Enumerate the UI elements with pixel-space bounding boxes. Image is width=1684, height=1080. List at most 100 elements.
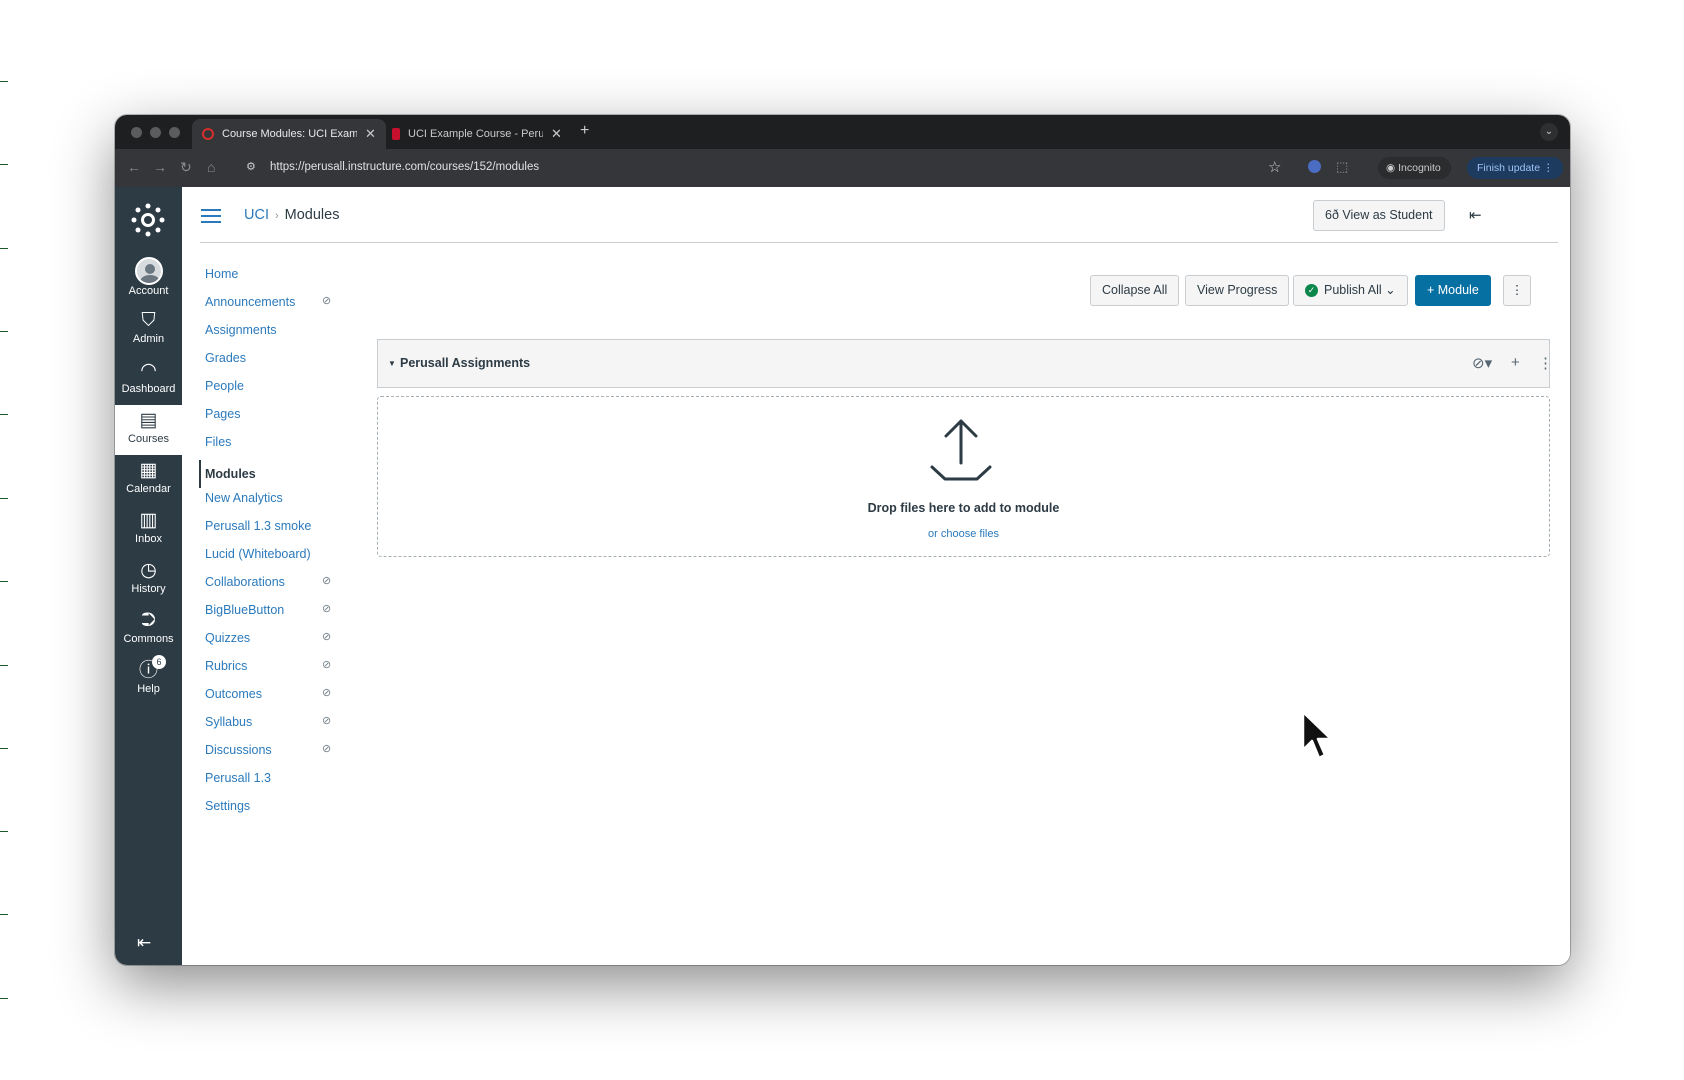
global-nav-label: History (131, 583, 166, 595)
hidden-eye-icon: ⊘ (322, 743, 332, 755)
bookmark-star-icon[interactable]: ☆ (1268, 158, 1281, 176)
calendar-icon: ▦ (139, 460, 158, 481)
global-nav-calendar[interactable]: ▦ Calendar (115, 455, 182, 505)
breadcrumb-course-link[interactable]: UCI (244, 207, 269, 223)
canvas-logo-icon[interactable] (131, 203, 165, 237)
site-settings-icon[interactable]: ⚙ (246, 160, 256, 173)
hidden-eye-icon: ⊘ (322, 659, 332, 671)
inbox-icon: ▥ (139, 510, 158, 531)
global-nav-label: Inbox (135, 533, 162, 545)
chevron-down-icon: ⌄ (1381, 283, 1396, 297)
edge-tick (0, 581, 8, 582)
forward-arrow-icon[interactable]: → (153, 159, 167, 175)
zoom-window-button[interactable] (169, 127, 180, 138)
close-tab-icon[interactable]: ✕ (551, 126, 562, 142)
chevron-down-icon[interactable]: ⌄ (1540, 123, 1558, 141)
course-nav-rubrics[interactable]: Rubrics (205, 659, 247, 681)
publish-all-button[interactable]: ✓ Publish All ⌄ (1293, 275, 1408, 306)
hidden-eye-icon: ⊘ (322, 603, 332, 615)
reload-icon[interactable]: ↻ (180, 159, 192, 176)
global-nav-courses[interactable]: ▤ Courses (115, 405, 182, 455)
choose-files-link[interactable]: or choose files (378, 528, 1549, 540)
global-nav-help[interactable]: ⓘ 6 Help (115, 655, 182, 705)
finish-update-button[interactable]: Finish update ⋮ (1467, 157, 1564, 179)
edge-tick (0, 164, 8, 165)
minimize-window-button[interactable] (150, 127, 161, 138)
hamburger-menu-icon[interactable] (201, 209, 221, 223)
breadcrumb: UCI › Modules (244, 207, 339, 223)
help-badge: 6 (152, 655, 166, 669)
view-progress-button[interactable]: View Progress (1185, 275, 1290, 306)
global-nav-account[interactable]: Account (115, 255, 182, 305)
screen: Course Modules: UCI Example Course ✕ UCI… (0, 0, 1684, 1080)
global-nav-label: Account (128, 285, 169, 297)
course-nav-home[interactable]: Home (205, 267, 238, 289)
edge-tick (0, 498, 8, 499)
collapse-all-button[interactable]: Collapse All (1090, 275, 1180, 306)
global-nav-label: Admin (132, 333, 165, 345)
global-nav-inbox[interactable]: ▥ Inbox (115, 505, 182, 555)
course-nav-files[interactable]: Files (205, 435, 231, 457)
back-arrow-icon[interactable]: ← (127, 159, 141, 175)
published-check-icon: ✓ (1305, 284, 1318, 298)
add-item-plus-icon[interactable]: + (1511, 354, 1520, 371)
course-nav-outcomes[interactable]: Outcomes (205, 687, 262, 709)
browser-window: Course Modules: UCI Example Course ✕ UCI… (115, 115, 1570, 965)
plus-icon[interactable]: + (580, 122, 589, 140)
collapse-caret-icon[interactable]: ▼ (388, 359, 396, 368)
course-nav-perusall-smoke[interactable]: Perusall 1.3 smoke (205, 519, 311, 541)
course-nav-lucid[interactable]: Lucid (Whiteboard) (205, 547, 311, 569)
close-tab-icon[interactable]: ✕ (365, 126, 376, 142)
course-nav-grades[interactable]: Grades (205, 351, 246, 373)
incognito-icon: ◉ (1386, 162, 1399, 174)
course-nav-people[interactable]: People (205, 379, 244, 401)
puzzle-icon[interactable]: ⬚ (1336, 159, 1348, 175)
edge-tick (0, 748, 8, 749)
course-nav-syllabus[interactable]: Syllabus (205, 715, 252, 737)
browser-tab[interactable]: UCI Example Course - Perusall ✕ (382, 119, 572, 149)
add-module-button[interactable]: + Module (1415, 275, 1491, 306)
collapse-nav-icon[interactable]: ⇤ (137, 933, 151, 953)
unpublished-icon[interactable]: ⊘▾ (1472, 354, 1492, 372)
global-nav-label: Help (137, 683, 160, 695)
course-nav-quizzes[interactable]: Quizzes (205, 631, 250, 653)
view-as-student-button[interactable]: 6ð View as Student (1313, 200, 1445, 231)
global-nav-label: Commons (123, 633, 174, 645)
breadcrumb-current: Modules (284, 207, 340, 223)
module-header[interactable]: ▼ Perusall Assignments ⊘▾ + ⋮ (377, 339, 1553, 388)
extension-icon[interactable] (1308, 160, 1321, 173)
book-icon: ▤ (139, 410, 158, 431)
close-window-button[interactable] (131, 127, 142, 138)
edge-tick (0, 414, 8, 415)
home-icon[interactable]: ⌂ (207, 159, 215, 175)
global-nav-admin[interactable]: ⛉ Admin (115, 305, 182, 355)
hidden-eye-icon: ⊘ (322, 715, 332, 727)
course-nav-modules[interactable]: Modules (199, 460, 256, 488)
browser-tab-active[interactable]: Course Modules: UCI Example Course ✕ (192, 119, 386, 149)
course-nav-discussions[interactable]: Discussions (205, 743, 272, 765)
global-nav-dashboard[interactable]: ◠ Dashboard (115, 355, 182, 405)
global-nav-commons[interactable]: ⮊ Commons (115, 605, 182, 655)
course-nav-pages[interactable]: Pages (205, 407, 240, 429)
collapse-sidebar-icon[interactable]: ⇤ (1469, 206, 1482, 224)
file-dropzone[interactable]: Drop files here to add to module or choo… (377, 396, 1550, 557)
course-nav-settings[interactable]: Settings (205, 799, 250, 821)
kebab-menu-icon: ⋮ (1510, 283, 1524, 297)
commons-icon: ⮊ (141, 610, 156, 631)
course-nav-announcements[interactable]: Announcements (205, 295, 295, 317)
global-nav-label: Dashboard (121, 383, 176, 395)
hidden-eye-icon: ⊘ (322, 631, 332, 643)
course-nav-assignments[interactable]: Assignments (205, 323, 277, 345)
global-nav-label: Calendar (126, 483, 171, 495)
shield-icon: ⛉ (141, 310, 156, 331)
header-divider (200, 242, 1558, 243)
url-text[interactable]: https://perusall.instructure.com/courses… (270, 161, 539, 173)
kebab-menu-icon[interactable]: ⋮ (1538, 354, 1553, 372)
incognito-badge[interactable]: ◉ Incognito (1378, 157, 1451, 179)
global-nav-history[interactable]: ◷ History (115, 555, 182, 605)
course-nav-bigbluebutton[interactable]: BigBlueButton (205, 603, 284, 625)
modules-more-button[interactable]: ⋮ (1503, 275, 1531, 306)
course-nav-new-analytics[interactable]: New Analytics (205, 491, 283, 513)
course-nav-perusall[interactable]: Perusall 1.3 (205, 771, 271, 793)
course-nav-collaborations[interactable]: Collaborations (205, 575, 285, 597)
